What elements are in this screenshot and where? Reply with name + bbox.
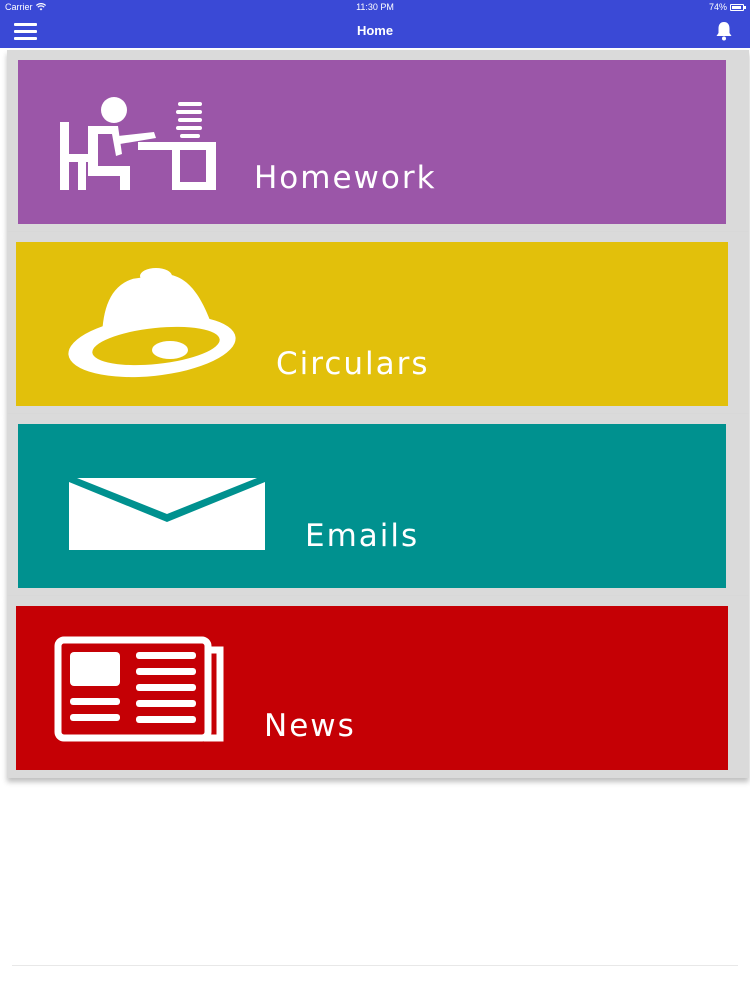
student-desk-icon xyxy=(60,97,216,190)
tile-circulars[interactable]: Circulars xyxy=(16,242,728,406)
status-bar: Carrier 11:30 PM 74% xyxy=(0,0,750,14)
page-title: Home xyxy=(356,23,394,38)
newspaper-icon xyxy=(54,636,224,742)
tile-emails[interactable]: Emails xyxy=(18,424,726,588)
tile-circulars-card: Circulars xyxy=(7,232,749,414)
tile-homework[interactable]: Homework xyxy=(18,60,726,224)
bell-icon[interactable] xyxy=(714,20,734,42)
tile-emails-card: Emails xyxy=(7,414,749,596)
tile-news-label: News xyxy=(264,708,356,744)
nav-bar: Home xyxy=(0,14,750,48)
tile-homework-label: Homework xyxy=(254,160,437,196)
clock: 11:30 PM xyxy=(356,2,394,12)
tile-emails-label: Emails xyxy=(305,518,420,554)
battery-indicator: 74% xyxy=(708,2,746,12)
tile-news[interactable]: News xyxy=(16,606,728,770)
battery-fill xyxy=(732,5,741,9)
tile-circulars-label: Circulars xyxy=(276,346,430,382)
bottom-divider xyxy=(12,965,738,966)
envelope-icon xyxy=(69,478,265,550)
tile-homework-card: Homework xyxy=(7,50,749,232)
battery-icon xyxy=(730,3,746,11)
bell-icon xyxy=(68,268,236,378)
tile-news-card: News xyxy=(7,596,749,778)
battery-percent: 74% xyxy=(708,2,727,12)
